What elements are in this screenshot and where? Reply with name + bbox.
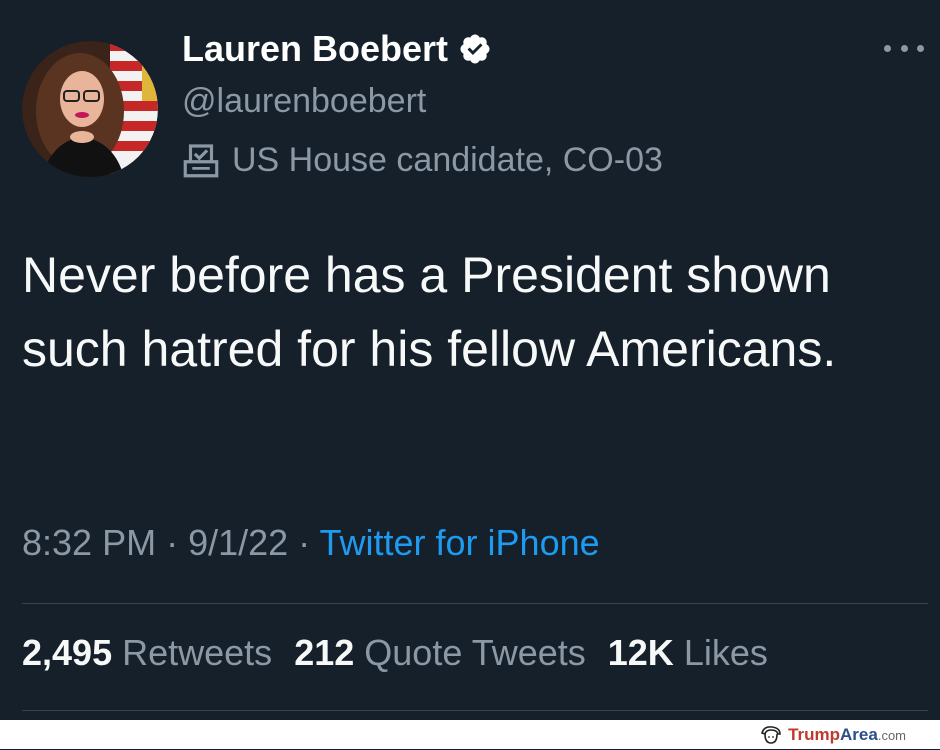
- tweet-time[interactable]: 8:32 PM: [22, 522, 156, 563]
- quote-tweets-stat[interactable]: 212 Quote Tweets: [294, 632, 586, 674]
- author-handle[interactable]: @laurenboebert: [182, 82, 426, 121]
- tweet-text: Never before has a President shown such …: [22, 247, 837, 377]
- likes-label: Likes: [683, 632, 768, 673]
- tweet-stats: 2,495 Retweets 212 Quote Tweets 12K Like…: [22, 632, 768, 674]
- watermark-suffix: .com: [877, 728, 906, 743]
- watermark-bar: TrumpArea.com: [0, 720, 940, 749]
- tweet-source-link[interactable]: Twitter for iPhone: [320, 522, 600, 563]
- author-name-row[interactable]: Lauren Boebert: [182, 28, 492, 70]
- likes-count: 12K: [607, 632, 674, 673]
- quote-tweets-count: 212: [294, 632, 355, 673]
- verified-badge-icon: [458, 32, 492, 66]
- tweet-meta: 8:32 PM · 9/1/22 · Twitter for iPhone: [22, 522, 600, 564]
- divider: [22, 603, 928, 604]
- meta-separator: ·: [288, 522, 320, 563]
- retweets-count: 2,495: [22, 632, 113, 673]
- divider: [22, 710, 928, 711]
- likes-stat[interactable]: 12K Likes: [608, 632, 768, 674]
- watermark-brand-1: Trump: [788, 725, 841, 744]
- watermark-logo: TrumpArea.com: [760, 725, 906, 745]
- author-display-name[interactable]: Lauren Boebert: [182, 28, 448, 70]
- quote-tweets-label: Quote Tweets: [364, 632, 586, 673]
- avatar[interactable]: [22, 41, 158, 177]
- meta-separator: ·: [156, 522, 189, 563]
- retweets-stat[interactable]: 2,495 Retweets: [22, 632, 272, 674]
- author-label: US House candidate, CO-03: [180, 139, 663, 181]
- more-dots-icon[interactable]: [884, 38, 924, 58]
- ballot-box-icon: [180, 139, 222, 181]
- watermark-brand-2: Area: [840, 725, 878, 744]
- tweet-date[interactable]: 9/1/22: [188, 522, 288, 563]
- trump-hair-icon: [760, 725, 782, 745]
- author-label-text: US House candidate, CO-03: [232, 140, 663, 179]
- retweets-label: Retweets: [122, 632, 273, 673]
